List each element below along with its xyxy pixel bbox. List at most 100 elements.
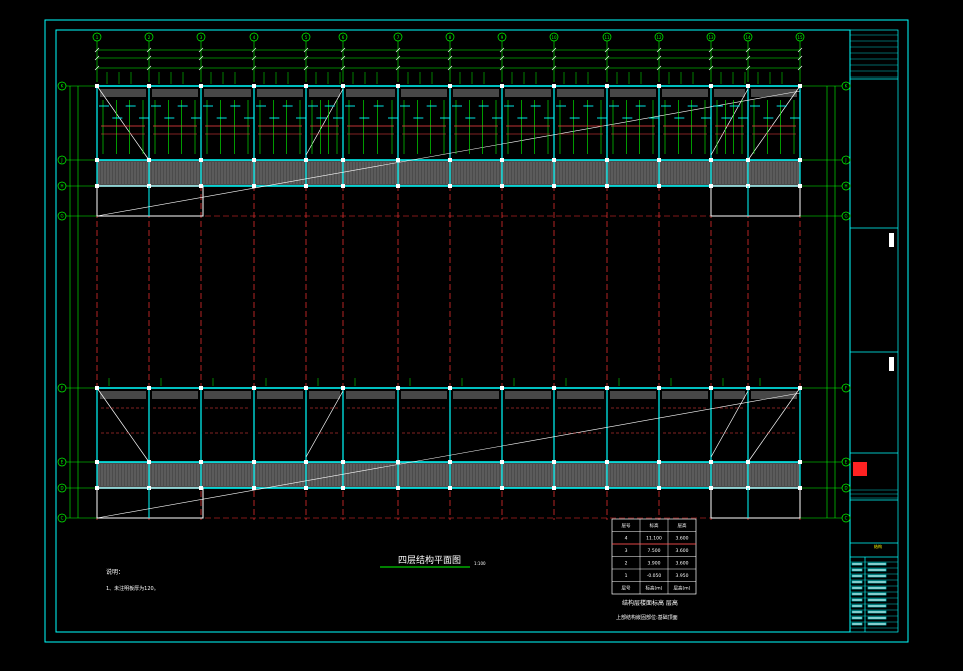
column: [552, 460, 556, 464]
wing-right: [710, 487, 801, 519]
wall-hatch: [557, 391, 604, 399]
wall-hatch: [662, 89, 708, 97]
table-cell: 3.600: [676, 561, 689, 567]
title-block-text: [851, 604, 863, 608]
stair-line: [305, 390, 344, 458]
table-cell: 层号: [622, 523, 631, 529]
wall-hatch: [204, 391, 251, 399]
title-block-text: [851, 580, 863, 584]
wall-hatch: [714, 89, 745, 97]
column: [304, 486, 308, 490]
title-block-text: [867, 592, 887, 596]
column: [552, 158, 556, 162]
column: [252, 486, 256, 490]
wall-hatch: [204, 89, 251, 97]
title-block-text: [851, 574, 863, 578]
column: [746, 386, 750, 390]
wall-hatch: [714, 391, 745, 399]
title-block-text: [867, 598, 887, 602]
column: [798, 460, 802, 464]
wall-hatch: [610, 89, 656, 97]
company-logo: [853, 462, 867, 476]
column: [252, 386, 256, 390]
column-bubble-label: 8: [449, 35, 452, 40]
column: [657, 460, 661, 464]
column: [341, 84, 345, 88]
column: [500, 184, 504, 188]
column: [657, 386, 661, 390]
title-block-text: [851, 598, 863, 602]
column: [798, 158, 802, 162]
stair-line: [305, 88, 344, 156]
title-block-text: [851, 568, 863, 572]
row-bubble-label: D: [844, 486, 847, 491]
wing-right: [710, 185, 801, 217]
column: [199, 460, 203, 464]
column-bubble-label: 9: [501, 35, 504, 40]
table-cell: 3.900: [648, 561, 661, 567]
table-cell: 3.600: [676, 548, 689, 554]
row-bubble-label: K: [61, 84, 64, 89]
table-cell: 3: [625, 548, 628, 554]
column: [95, 158, 99, 162]
wall-hatch: [309, 391, 340, 399]
stair-line: [710, 390, 749, 458]
column: [396, 158, 400, 162]
stair-line: [747, 387, 801, 463]
column: [341, 486, 345, 490]
column: [709, 158, 713, 162]
column: [500, 158, 504, 162]
column: [448, 386, 452, 390]
row-bubble-label: J: [60, 158, 62, 163]
title-block-text: [867, 562, 887, 566]
column: [657, 486, 661, 490]
section-line: [96, 90, 801, 217]
wing-left: [96, 487, 204, 519]
column: [448, 158, 452, 162]
column-bubble-label: 15: [797, 35, 803, 40]
column: [605, 386, 609, 390]
column: [252, 84, 256, 88]
column-bubble-label: 14: [745, 35, 751, 40]
table-cell: 7.500: [648, 548, 661, 554]
wall-hatch: [152, 89, 198, 97]
column: [304, 460, 308, 464]
column: [500, 486, 504, 490]
row-bubble-label: C: [845, 516, 848, 521]
table-cell: 3.950: [676, 573, 689, 579]
column: [341, 184, 345, 188]
title-block: [849, 29, 899, 633]
row-bubble-label: K: [845, 84, 848, 89]
column: [500, 460, 504, 464]
row-bubble-label: G: [844, 214, 847, 219]
wall-hatch: [346, 89, 395, 97]
column: [396, 386, 400, 390]
column: [252, 184, 256, 188]
title-block-text: [867, 580, 887, 584]
column: [552, 486, 556, 490]
wall-hatch: [557, 89, 604, 97]
column: [448, 460, 452, 464]
table-cell: 4: [625, 536, 628, 542]
table-cell: 2: [625, 561, 628, 567]
column-bubble-label: 6: [342, 35, 345, 40]
column: [252, 460, 256, 464]
wall-hatch: [453, 89, 499, 97]
column: [605, 84, 609, 88]
title-block-text: [867, 586, 887, 590]
title-block-text: [851, 592, 863, 596]
column: [448, 486, 452, 490]
title-block-mark: [889, 233, 894, 247]
column: [657, 84, 661, 88]
column: [304, 158, 308, 162]
row-bubble-label: C: [61, 516, 64, 521]
column: [341, 460, 345, 464]
notes-heading: 说明：: [106, 568, 124, 576]
column: [147, 386, 151, 390]
column: [304, 84, 308, 88]
column-bubble-label: 2: [148, 35, 151, 40]
table-cell: 层号: [622, 586, 631, 592]
row-bubble-label: J: [844, 158, 846, 163]
table-cell: 层高(m): [674, 585, 691, 592]
wall-hatch: [309, 89, 340, 97]
